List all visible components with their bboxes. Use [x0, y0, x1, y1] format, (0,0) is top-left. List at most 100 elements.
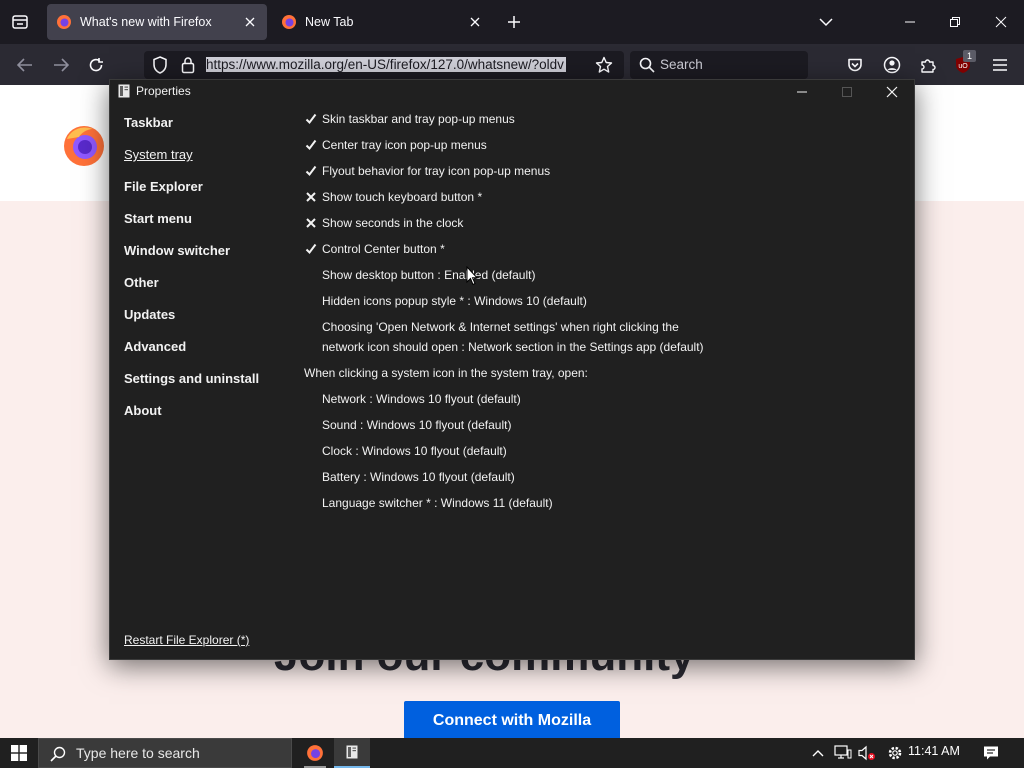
option-language-switcher[interactable]: Language switcher * : Windows 11 (defaul… [322, 493, 553, 513]
option-label: Choosing 'Open Network & Internet settin… [322, 320, 704, 354]
search-bar[interactable]: Search [630, 51, 808, 79]
url-text[interactable]: https://www.mozilla.org/en-US/firefox/12… [206, 56, 586, 74]
arrow-right-icon [54, 58, 69, 72]
search-icon [636, 54, 658, 76]
taskbar-search-placeholder: Type here to search [76, 745, 200, 761]
option-sound-flyout[interactable]: Sound : Windows 10 flyout (default) [322, 415, 511, 435]
show-hidden-icons-button[interactable] [808, 742, 828, 764]
checkmark-icon [305, 113, 317, 125]
nav-file-explorer[interactable]: File Explorer [124, 179, 203, 194]
restore-icon [950, 17, 960, 27]
cross-icon [306, 192, 316, 202]
forward-button[interactable] [48, 52, 74, 78]
nav-system-tray[interactable]: System tray [124, 147, 193, 162]
firefox-favicon-icon [57, 15, 71, 29]
address-bar[interactable]: https://www.mozilla.org/en-US/firefox/12… [144, 51, 624, 79]
firefox-view-button[interactable] [6, 8, 34, 36]
tab-new-tab[interactable]: New Tab [272, 4, 492, 40]
tab-title: New Tab [305, 15, 354, 29]
restore-window-button[interactable] [941, 8, 969, 36]
tracking-protection-button[interactable] [148, 53, 172, 77]
new-tab-button[interactable] [502, 10, 526, 34]
firefox-favicon-icon [282, 15, 296, 29]
arrow-left-icon [17, 58, 32, 72]
bookmark-star-button[interactable] [592, 53, 616, 77]
cross-icon [306, 218, 316, 228]
properties-app-icon [346, 745, 358, 759]
close-tab-icon[interactable] [239, 11, 261, 33]
option-label: Show seconds in the clock [322, 216, 464, 230]
close-tab-icon[interactable] [464, 11, 486, 33]
option-clock-flyout[interactable]: Clock : Windows 10 flyout (default) [322, 441, 507, 461]
reload-icon [89, 58, 103, 72]
tray-volume-button[interactable] [856, 742, 878, 764]
site-security-button[interactable] [176, 53, 200, 77]
taskbar-properties-button[interactable] [334, 738, 370, 768]
star-icon [595, 56, 613, 73]
option-flyout-behavior[interactable]: Flyout behavior for tray icon pop-up men… [305, 161, 551, 181]
minimize-window-button[interactable] [896, 8, 924, 36]
tray-settings-button[interactable] [884, 742, 906, 764]
option-label: Hidden icons popup style * : Windows 10 … [322, 294, 587, 308]
mouse-cursor-icon [466, 266, 478, 286]
chevron-down-icon [819, 18, 833, 27]
option-show-desktop[interactable]: Show desktop button : Enabled (default) [322, 265, 535, 285]
nav-settings-and-uninstall[interactable]: Settings and uninstall [124, 371, 259, 386]
nav-about[interactable]: About [124, 403, 162, 418]
pocket-button[interactable] [842, 52, 868, 78]
firefox-icon [307, 745, 323, 761]
option-label: Show desktop button : Enabled (default) [322, 268, 536, 282]
puzzle-icon [921, 59, 936, 73]
nav-other[interactable]: Other [124, 275, 159, 290]
checkmark-icon [305, 139, 317, 151]
url-selected-text: https://www.mozilla.org/en-US/firefox/12… [206, 57, 566, 72]
back-button[interactable] [12, 52, 38, 78]
dialog-close-button[interactable] [880, 82, 904, 102]
shield-icon [153, 56, 167, 74]
reload-button[interactable] [83, 52, 109, 78]
nav-window-switcher[interactable]: Window switcher [124, 243, 230, 258]
tray-network-button[interactable] [832, 742, 854, 764]
option-skin-menus[interactable]: Skin taskbar and tray pop-up menus [305, 109, 515, 129]
dialog-maximize-button[interactable] [835, 82, 859, 102]
properties-dialog: Properties Taskbar System tray File Expl… [109, 79, 915, 660]
tab-title: What's new with Firefox [80, 15, 212, 29]
dialog-titlebar[interactable]: Properties [110, 80, 914, 102]
app-menu-button[interactable] [987, 52, 1013, 78]
nav-updates[interactable]: Updates [124, 307, 175, 322]
windows-logo-icon [11, 745, 27, 761]
option-hidden-icons-style[interactable]: Hidden icons popup style * : Windows 10 … [322, 291, 587, 311]
tab-whats-new[interactable]: What's new with Firefox [47, 4, 267, 40]
dialog-minimize-button[interactable] [790, 82, 814, 102]
minimize-icon [797, 91, 807, 93]
nav-advanced[interactable]: Advanced [124, 339, 186, 354]
restart-file-explorer-link[interactable]: Restart File Explorer (*) [124, 633, 249, 647]
connect-with-mozilla-button[interactable]: Connect with Mozilla [404, 701, 620, 738]
option-control-center[interactable]: Control Center button * [305, 239, 445, 259]
firefox-logo-icon[interactable] [63, 125, 105, 167]
tray-clock[interactable]: 11:41 AM [908, 744, 960, 758]
nav-start-menu[interactable]: Start menu [124, 211, 192, 226]
taskbar-search-box[interactable]: Type here to search [38, 738, 292, 768]
close-icon [995, 16, 1007, 28]
extensions-button[interactable] [915, 52, 941, 78]
option-center-menus[interactable]: Center tray icon pop-up menus [305, 135, 487, 155]
list-all-tabs-button[interactable] [814, 10, 838, 34]
option-label: Show touch keyboard button * [322, 190, 483, 204]
option-battery-flyout[interactable]: Battery : Windows 10 flyout (default) [322, 467, 515, 487]
option-label: Skin taskbar and tray pop-up menus [322, 112, 515, 126]
close-window-button[interactable] [987, 8, 1015, 36]
account-button[interactable] [879, 52, 905, 78]
option-clock-seconds[interactable]: Show seconds in the clock [306, 213, 464, 233]
nav-taskbar[interactable]: Taskbar [124, 115, 173, 130]
action-center-button[interactable] [980, 742, 1002, 764]
taskbar-firefox-button[interactable] [296, 738, 334, 768]
start-button[interactable] [0, 738, 38, 768]
option-touch-keyboard[interactable]: Show touch keyboard button * [306, 187, 483, 207]
notification-icon [984, 746, 998, 760]
option-label: Flyout behavior for tray icon pop-up men… [322, 164, 551, 178]
search-placeholder: Search [660, 57, 703, 72]
option-network-flyout[interactable]: Network : Windows 10 flyout (default) [322, 389, 521, 409]
option-network-settings[interactable]: Choosing 'Open Network & Internet settin… [322, 317, 722, 357]
checkmark-icon [305, 165, 317, 177]
